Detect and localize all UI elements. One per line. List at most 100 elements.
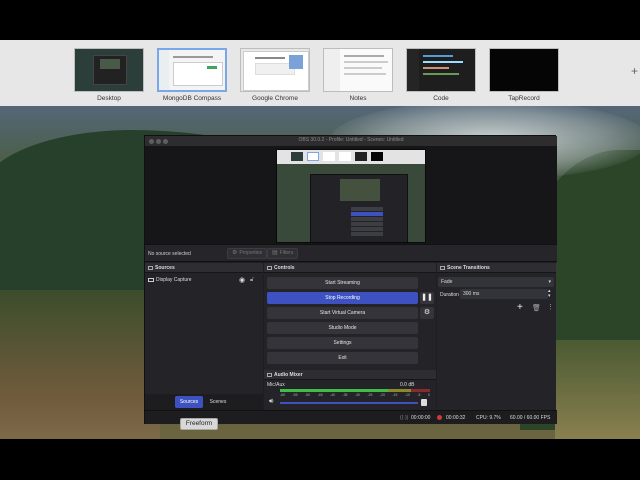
properties-bar: No source selected ⚙ Properties ▤ Filters <box>145 244 557 262</box>
sources-dock: Sources Display Capture ◉ 🔓︎ <box>145 263 263 410</box>
wallpaper-ground <box>555 340 640 439</box>
space-thumbnail <box>240 48 310 92</box>
space-thumbnail <box>406 48 476 92</box>
duration-stepper[interactable]: ▴ ▾ <box>548 289 551 299</box>
source-label: Display Capture <box>156 277 192 283</box>
window-title: OBS 30.0.2 - Profile: Untitled - Scenes:… <box>298 137 404 143</box>
meter-scale-tick: -10 <box>404 393 410 397</box>
more-options-icon[interactable]: ⋮ <box>547 303 554 311</box>
transitions-title: Scene Transitions <box>447 265 490 271</box>
tab-scenes[interactable]: Scenes <box>205 396 231 408</box>
space-code[interactable]: Code <box>406 48 476 104</box>
sources-title: Sources <box>155 265 175 271</box>
space-google-chrome[interactable]: Google Chrome <box>240 48 310 104</box>
meter-scale-tick: -5 <box>417 393 421 397</box>
duration-input[interactable]: 300 ms <box>460 289 548 299</box>
properties-label: Properties <box>239 250 263 256</box>
preview-area <box>145 147 557 244</box>
settings-button[interactable]: Settings <box>267 337 418 349</box>
no-source-label: No source selected <box>148 251 191 257</box>
audio-meter-level <box>280 389 388 392</box>
recording-dot-icon <box>437 415 442 420</box>
chevron-down-icon[interactable]: ▾ <box>548 293 551 299</box>
speaker-icon[interactable]: 🔊︎ <box>269 398 273 406</box>
meter-scale-tick: -45 <box>317 393 323 397</box>
add-space-button[interactable]: + <box>631 64 638 78</box>
mixer-db-value: 0.0 dB <box>400 382 415 388</box>
letterbox-bottom <box>0 439 640 480</box>
recording-time: 00:00:32 <box>446 415 466 421</box>
mixer-channel-label: Mic/Aux <box>267 382 285 388</box>
transition-select[interactable]: Fade ▾ <box>438 277 554 287</box>
space-thumbnail <box>157 48 227 92</box>
transition-value: Fade <box>441 279 453 285</box>
fps-counter: 60.00 / 60.00 FPS <box>510 415 551 421</box>
space-thumbnail <box>74 48 144 92</box>
meter-scale-tick: -40 <box>329 393 335 397</box>
filter-icon: ▤ <box>272 250 278 256</box>
audio-meter <box>280 389 430 392</box>
tab-sources[interactable]: Sources <box>175 396 203 408</box>
volume-fader-track[interactable] <box>280 402 418 404</box>
audio-meter-scale: -60 -55 -50 -45 -40 -35 -30 -25 -20 -15 -10 -5 0 <box>280 393 430 397</box>
chevron-down-icon: ▾ <box>548 279 551 285</box>
controls-dock-header: Controls <box>264 263 436 273</box>
source-item-display-capture[interactable]: Display Capture ◉ 🔓︎ <box>148 276 260 285</box>
trash-icon[interactable]: 🗑︎ <box>532 304 541 312</box>
pause-recording-button[interactable]: ❚❚ <box>420 292 434 304</box>
start-streaming-button[interactable]: Start Streaming <box>267 277 418 289</box>
meter-scale-tick: -30 <box>354 393 360 397</box>
window-titlebar: OBS 30.0.2 - Profile: Untitled - Scenes:… <box>145 136 557 147</box>
dock-icon <box>267 372 272 377</box>
space-thumbnail <box>489 48 559 92</box>
space-thumbnail <box>323 48 393 92</box>
meter-scale-tick: -35 <box>342 393 348 397</box>
virtual-camera-settings-button[interactable]: ⚙ <box>420 307 434 319</box>
stop-recording-button[interactable]: Stop Recording <box>267 292 418 304</box>
space-desktop[interactable]: Desktop <box>74 48 144 104</box>
dock-icon <box>440 265 445 270</box>
cpu-usage: CPU: 9.7% <box>476 415 501 421</box>
audio-mixer-title: Audio Mixer <box>274 372 303 378</box>
preview-canvas[interactable] <box>276 149 426 243</box>
audio-meter-clip-zone <box>411 389 430 392</box>
properties-button[interactable]: ⚙ Properties <box>227 248 268 259</box>
wallpaper-ground <box>0 290 160 439</box>
duration-label: Duration <box>440 292 459 298</box>
monitor-icon <box>148 277 154 282</box>
dock-icon <box>148 265 153 270</box>
meter-scale-tick: 0 <box>427 393 430 397</box>
studio-mode-button[interactable]: Studio Mode <box>267 322 418 334</box>
filters-button[interactable]: ▤ Filters <box>267 248 299 259</box>
meter-scale-tick: -25 <box>367 393 373 397</box>
dock-icon <box>267 265 272 270</box>
add-transition-button[interactable]: + <box>517 302 523 313</box>
exit-button[interactable]: Exit <box>267 352 418 364</box>
space-notes[interactable]: Notes <box>323 48 393 104</box>
obs-window: OBS 30.0.2 - Profile: Untitled - Scenes:… <box>144 135 557 424</box>
filters-label: Filters <box>279 250 294 256</box>
start-virtual-camera-button[interactable]: Start Virtual Camera <box>267 307 418 319</box>
meter-scale-tick: -55 <box>292 393 298 397</box>
gear-icon: ⚙ <box>232 250 238 256</box>
audio-meter-warning-zone <box>388 389 411 392</box>
pause-icon: ❚❚ <box>421 294 433 301</box>
controls-title: Controls <box>274 265 295 271</box>
stream-time: 00:00:00 <box>411 415 431 421</box>
meter-scale-tick: -15 <box>392 393 398 397</box>
meter-scale-tick: -20 <box>379 393 385 397</box>
space-taprecord[interactable]: TapRecord <box>489 48 559 104</box>
sources-dock-header: Sources <box>145 263 263 273</box>
lock-icon[interactable]: 🔓︎ <box>250 276 254 285</box>
freeform-tooltip: Freeform <box>180 418 218 430</box>
dock-tabs: Sources Scenes <box>145 394 263 410</box>
space-mongodb-compass[interactable]: MongoDB Compass <box>157 48 227 104</box>
gear-icon: ⚙ <box>423 309 431 316</box>
spaces-bar: Desktop MongoDB Compass Google Chrome No… <box>0 40 640 106</box>
letterbox-top <box>0 0 640 40</box>
space-label: TapRecord <box>508 95 540 102</box>
eye-icon[interactable]: ◉ <box>239 276 245 285</box>
volume-fader-handle[interactable] <box>421 399 427 406</box>
transitions-dock-header: Scene Transitions <box>437 263 556 273</box>
stream-status-icon: ((·)) <box>400 415 409 421</box>
